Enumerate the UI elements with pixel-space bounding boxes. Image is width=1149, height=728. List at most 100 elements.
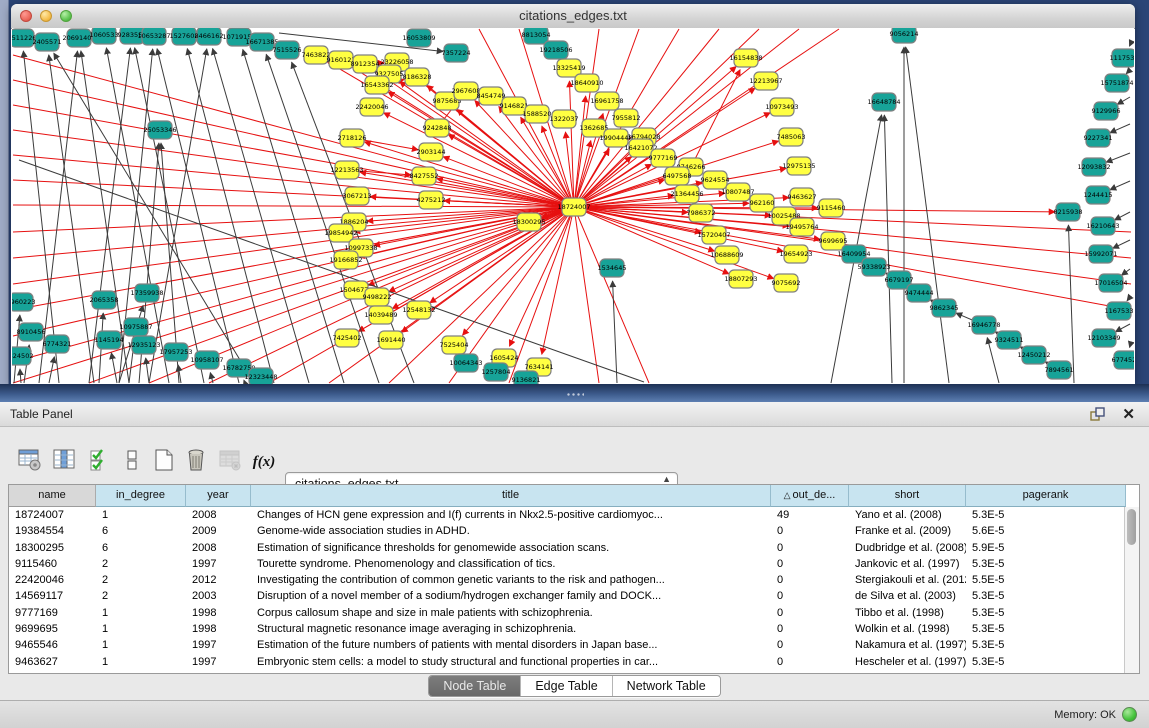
graph-edge[interactable] — [1115, 212, 1130, 220]
graph-node-1588520[interactable]: 1588520 — [523, 105, 552, 123]
graph-node-12323448[interactable]: 12323448 — [244, 368, 277, 384]
graph-node-9075692[interactable]: 9075692 — [772, 274, 801, 292]
graph-node-8186328[interactable]: 8186328 — [403, 68, 432, 86]
graph-node-8910456[interactable]: 8910456 — [17, 323, 46, 341]
graph-node-10064343[interactable]: 10064343 — [449, 354, 482, 372]
graph-edge[interactable] — [1115, 324, 1130, 332]
graph-node-16154838[interactable]: 16154838 — [729, 49, 762, 67]
graph-node-9862345[interactable]: 9862345 — [930, 299, 959, 317]
graph-edge[interactable] — [1113, 240, 1130, 248]
table-scrollbar-thumb[interactable] — [1127, 509, 1136, 545]
graph-node-8427552[interactable]: 8427552 — [410, 167, 439, 185]
graph-node-12548132[interactable]: 12548132 — [402, 301, 435, 319]
graph-edge[interactable] — [906, 47, 949, 383]
graph-node-12213967[interactable]: 12213967 — [749, 72, 782, 90]
graph-edge[interactable] — [1127, 297, 1130, 301]
graph-edge[interactable] — [1110, 181, 1130, 190]
graph-node-12935123[interactable]: 12935123 — [127, 336, 160, 354]
panel-splitter-handle[interactable] — [566, 392, 584, 397]
column-header-year[interactable]: year — [186, 485, 251, 507]
graph-node-1691440[interactable]: 1691440 — [377, 331, 406, 349]
table-row[interactable]: 1456911722003Disruption of a novel membe… — [9, 588, 1139, 604]
table-mode-button[interactable] — [18, 448, 42, 472]
graph-node-17359938[interactable]: 17359938 — [130, 284, 163, 302]
table-row[interactable]: 969969511998Structural magnetic resonanc… — [9, 621, 1139, 637]
network-canvas[interactable]: 1872400774638229160123891235423226058932… — [12, 28, 1134, 384]
graph-node-16648784[interactable]: 16648784 — [867, 93, 900, 111]
table-row[interactable]: 2242004622012Investigating the contribut… — [9, 572, 1139, 588]
graph-node-9227341[interactable]: 9227341 — [1084, 129, 1113, 147]
graph-node-2405571[interactable]: 2405571 — [33, 33, 62, 51]
graph-edge[interactable] — [1129, 45, 1130, 46]
graph-node-1117533[interactable]: 1117533 — [1110, 49, 1134, 67]
graph-node-16946778[interactable]: 16946778 — [967, 316, 1000, 334]
graph-node-59338923[interactable]: 59338923 — [857, 258, 890, 276]
graph-node-8215938[interactable]: 8215938 — [1054, 203, 1083, 221]
graph-node-7485063[interactable]: 7485063 — [777, 128, 806, 146]
table-row[interactable]: 977716911998Corpus callosum shape and si… — [9, 605, 1139, 621]
graph-node-18640910[interactable]: 18640910 — [570, 74, 603, 92]
graph-node-12975135[interactable]: 12975135 — [782, 157, 815, 175]
delete-table-disabled-button[interactable] — [218, 448, 242, 472]
graph-edge[interactable] — [574, 207, 599, 383]
column-header-out_de[interactable]: △out_de... — [771, 485, 849, 507]
graph-node-9129966[interactable]: 9129966 — [1092, 102, 1121, 120]
graph-node-9324502[interactable]: 9324502 — [12, 347, 33, 365]
graph-node-1244415[interactable]: 1244415 — [1084, 186, 1113, 204]
graph-node-9474444[interactable]: 9474444 — [905, 284, 934, 302]
graph-node-12450212[interactable]: 12450212 — [1017, 346, 1050, 364]
graph-node-9463627[interactable]: 9463627 — [788, 188, 817, 206]
graph-node-10688609[interactable]: 10688609 — [710, 246, 743, 264]
citation-network-graph[interactable]: 1872400774638229160123891235423226058932… — [12, 28, 1134, 384]
graph-node-1960223[interactable]: 1960223 — [12, 293, 35, 311]
graph-edge[interactable] — [54, 53, 254, 383]
graph-edge[interactable] — [269, 207, 574, 383]
column-header-in_degree[interactable]: in_degree — [96, 485, 186, 507]
graph-node-7515526[interactable]: 7515526 — [273, 41, 302, 59]
graph-edge[interactable] — [13, 207, 574, 232]
column-header-short[interactable]: short — [849, 485, 966, 507]
graph-node-2065358[interactable]: 2065358 — [90, 291, 119, 309]
graph-node-14039489[interactable]: 14039489 — [364, 306, 397, 324]
graph-node-7894561[interactable]: 7894561 — [1045, 361, 1074, 379]
graph-node-7425402[interactable]: 7425402 — [333, 329, 362, 347]
graph-edge[interactable] — [1110, 124, 1130, 133]
graph-edge[interactable] — [884, 115, 892, 383]
graph-node-15720407[interactable]: 15720407 — [697, 226, 730, 244]
graph-node-17016504[interactable]: 17016504 — [1094, 274, 1127, 292]
graph-node-9324511[interactable]: 9324511 — [995, 331, 1024, 349]
graph-node-7986372[interactable]: 7986372 — [687, 204, 716, 222]
graph-node-7525404[interactable]: 7525404 — [440, 336, 469, 354]
row-options-button[interactable] — [120, 448, 144, 472]
table-row[interactable]: 1830029562008Estimation of significance … — [9, 540, 1139, 556]
graph-node-10973493[interactable]: 10973493 — [765, 98, 798, 116]
table-row[interactable]: 946362711997Embryonic stem cells: a mode… — [9, 654, 1139, 670]
graph-node-17957253[interactable]: 17957253 — [159, 343, 192, 361]
graph-edge[interactable] — [1121, 269, 1130, 275]
graph-node-4275212[interactable]: 4275212 — [417, 191, 446, 209]
float-panel-icon[interactable] — [1090, 407, 1105, 422]
graph-node-1060533[interactable]: 1060533 — [90, 28, 119, 44]
graph-node-962160[interactable]: 962160 — [750, 194, 775, 212]
graph-node-19218506[interactable]: 19218506 — [539, 41, 572, 59]
graph-node-16961758[interactable]: 16961758 — [590, 92, 623, 110]
graph-node-1167533[interactable]: 1167533 — [1105, 302, 1134, 320]
graph-node-2718126[interactable]: 2718126 — [338, 129, 367, 147]
graph-node-10653287[interactable]: 10653287 — [137, 28, 170, 45]
graph-node-6774321[interactable]: 6774321 — [43, 335, 72, 353]
column-header-title[interactable]: title — [251, 485, 771, 507]
graph-node-16053809[interactable]: 16053809 — [402, 29, 435, 47]
graph-node-1257804[interactable]: 1257804 — [482, 363, 511, 381]
window-titlebar[interactable]: citations_edges.txt — [11, 4, 1135, 29]
graph-edge[interactable] — [13, 105, 574, 207]
graph-node-2903144[interactable]: 2903144 — [417, 143, 446, 161]
graph-node-10958107[interactable]: 10958107 — [190, 351, 223, 369]
graph-edge[interactable] — [1117, 97, 1130, 104]
graph-node-19166852[interactable]: 19166852 — [329, 251, 362, 269]
graph-node-21364456[interactable]: 21364456 — [670, 185, 703, 203]
graph-node-12213563[interactable]: 12213563 — [330, 161, 363, 179]
graph-node-10975887[interactable]: 10975887 — [119, 318, 152, 336]
close-panel-icon[interactable]: ✕ — [1122, 405, 1135, 423]
graph-edge[interactable] — [13, 130, 574, 207]
graph-node-1145194[interactable]: 1145194 — [95, 331, 124, 349]
